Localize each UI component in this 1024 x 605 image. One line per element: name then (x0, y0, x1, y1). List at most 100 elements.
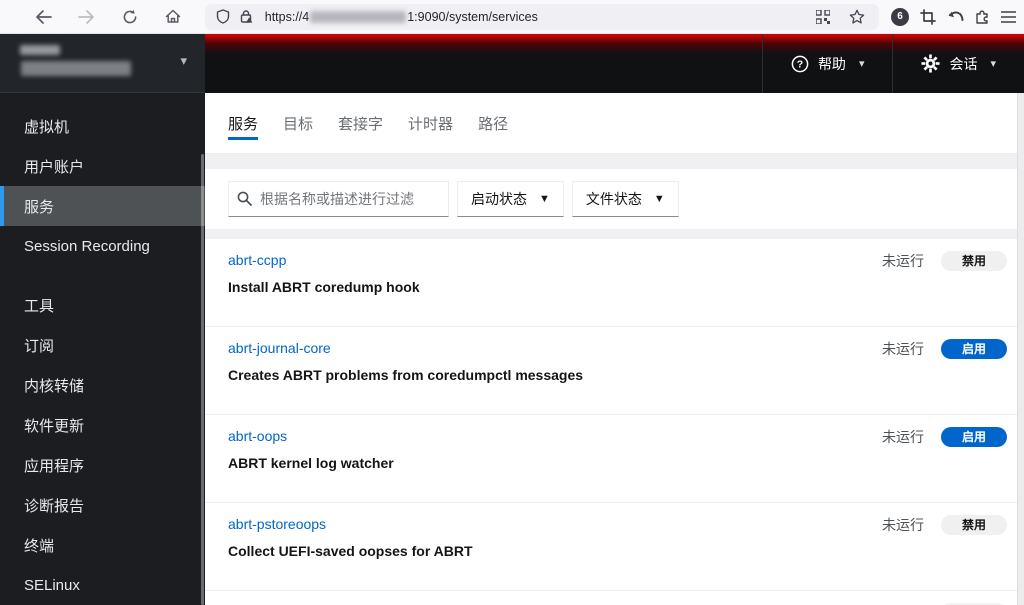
service-description: Creates ABRT problems from coredumpctl m… (228, 367, 584, 383)
masthead: ? 帮助 ▾ 会话 ▾ (205, 34, 1024, 93)
service-row: abrt-ccpp Install ABRT coredump hook 未运行… (205, 239, 1017, 327)
service-row: 未运行 禁用 (205, 591, 1017, 605)
sidebar-item-label: 虚拟机 (24, 118, 70, 136)
browser-back-icon[interactable] (30, 4, 57, 30)
sidebar-item-终端[interactable]: 终端 (0, 525, 205, 565)
service-state: 未运行 (882, 253, 924, 269)
service-description: Collect UEFI-saved oopses for ABRT (228, 543, 473, 559)
service-info: abrt-ccpp Install ABRT coredump hook (228, 239, 420, 326)
service-file-state-badge: 禁用 (941, 515, 1007, 535)
sidebar-item-订阅[interactable]: 订阅 (0, 325, 205, 365)
sidebar-item-session-recording[interactable]: Session Recording (0, 226, 205, 266)
sidebar-item-诊断报告[interactable]: 诊断报告 (0, 485, 205, 525)
tab-label: 路径 (478, 115, 509, 133)
sidebar-item-应用程序[interactable]: 应用程序 (0, 445, 205, 485)
service-file-state-badge: 启用 (941, 427, 1007, 447)
gear-icon (921, 54, 940, 73)
tab-label: 计时器 (408, 115, 454, 133)
host-caret-icon: ▾ (180, 53, 187, 68)
services-tabs: 服务 目标 套接字 计时器 路径 (205, 93, 1017, 154)
service-info: abrt-oops ABRT kernel log watcher (228, 415, 394, 502)
service-name-link[interactable]: abrt-oops (228, 426, 287, 446)
service-name-link[interactable]: abrt-journal-core (228, 338, 331, 358)
search-icon (237, 191, 252, 206)
sidebar-item-label: 诊断报告 (24, 497, 85, 515)
service-row: abrt-journal-core Creates ABRT problems … (205, 327, 1017, 415)
sidebar-item-label: 应用程序 (24, 457, 85, 475)
dropdown-caret-icon: ▼ (653, 193, 665, 205)
search-input[interactable] (228, 181, 449, 217)
service-info: abrt-journal-core Creates ABRT problems … (228, 327, 583, 414)
screenshot-crop-icon[interactable] (920, 8, 936, 25)
service-description: ABRT kernel log watcher (228, 455, 394, 471)
tab-计时器[interactable]: 计时器 (408, 93, 453, 153)
sidebar-item-label: SELinux (24, 576, 80, 594)
url-prefix: https://4 (264, 9, 310, 24)
svg-text:?: ? (797, 58, 803, 70)
sidebar-item-软件更新[interactable]: 软件更新 (0, 405, 205, 445)
lock-warning-icon[interactable] (237, 8, 257, 26)
tab-label: 服务 (228, 115, 259, 133)
browser-reload-icon[interactable] (116, 4, 143, 30)
tab-目标[interactable]: 目标 (283, 93, 313, 153)
adblock-extension-badge[interactable]: 6 (891, 7, 910, 26)
help-caret-icon: ▾ (858, 58, 865, 70)
filter-toolbar: 启动状态 ▼ 文件状态 ▼ (205, 169, 1017, 229)
page-scrollbar[interactable] (1017, 93, 1024, 605)
sidebar-item-工具[interactable]: 工具 (0, 285, 205, 325)
sidebar-item-服务[interactable]: 服务 (0, 186, 205, 226)
host-name-redacted (21, 61, 131, 76)
extension-puzzle-icon[interactable] (975, 9, 990, 24)
address-bar[interactable]: https://4 1:9090/system/services (204, 3, 880, 30)
tab-套接字[interactable]: 套接字 (338, 93, 383, 153)
url-suffix: 1:9090/system/services (407, 9, 538, 24)
sidebar-item-label: 订阅 (24, 337, 55, 355)
service-file-state-badge: 禁用 (941, 251, 1007, 271)
service-row: abrt-oops ABRT kernel log watcher 未运行 启用 (205, 415, 1017, 503)
url-text[interactable]: https://4 1:9090/system/services (265, 10, 809, 24)
sidebar-item-selinux[interactable]: SELinux (0, 565, 205, 605)
tab-label: 套接字 (338, 115, 384, 133)
service-status: 未运行 启用 (882, 415, 1007, 502)
browser-forward-icon[interactable] (73, 4, 100, 30)
help-circle-icon: ? (791, 55, 809, 72)
service-name-link[interactable]: abrt-ccpp (228, 250, 286, 270)
sidebar-nav: 虚拟机用户账户 服务 Session Recording 工具订阅内核转储软件更新应用… (0, 93, 205, 605)
sidebar-scrollbar[interactable] (201, 154, 204, 605)
service-status: 未运行 禁用 (882, 591, 1007, 605)
sidebar-item-label: 终端 (24, 537, 55, 555)
undo-arrow-icon[interactable] (947, 9, 964, 24)
filter-dropdown[interactable]: 文件状态 ▼ (571, 181, 679, 217)
service-status: 未运行 禁用 (882, 503, 1007, 590)
service-list: abrt-ccpp Install ABRT coredump hook 未运行… (205, 239, 1017, 605)
sidebar-item-label: 工具 (24, 297, 55, 315)
session-menu[interactable]: 会话 ▾ (892, 34, 1024, 93)
help-menu[interactable]: ? 帮助 ▾ (761, 34, 893, 93)
service-name-link[interactable]: abrt-pstoreoops (228, 514, 326, 534)
sidebar-item-虚拟机[interactable]: 虚拟机 (0, 106, 205, 146)
tab-服务[interactable]: 服务 (228, 93, 259, 153)
url-redaction (310, 10, 407, 23)
sidebar-item-内核转储[interactable]: 内核转储 (0, 365, 205, 405)
help-label: 帮助 (817, 55, 846, 72)
service-state: 未运行 (882, 341, 924, 357)
sidebar: ▾ 虚拟机用户账户 服务 Session Recording 工具订阅内核转储软件更新… (0, 34, 205, 605)
browser-home-icon[interactable] (160, 4, 187, 30)
menu-hamburger-icon[interactable] (1001, 10, 1017, 23)
qr-extension-icon[interactable] (813, 8, 833, 26)
sidebar-item-label: Session Recording (24, 237, 150, 255)
tab-路径[interactable]: 路径 (478, 93, 508, 153)
bookmark-star-icon[interactable] (847, 8, 867, 26)
host-selector[interactable]: ▾ (0, 34, 205, 93)
sidebar-item-用户账户[interactable]: 用户账户 (0, 146, 205, 186)
sidebar-item-label: 内核转储 (24, 377, 85, 395)
filter-dropdown[interactable]: 启动状态 ▼ (457, 181, 564, 217)
service-info: abrt-pstoreoops Collect UEFI-saved oopse… (228, 503, 473, 590)
shield-icon[interactable] (213, 8, 233, 26)
service-file-state-badge: 启用 (941, 339, 1007, 359)
filter-dropdowns: 启动状态 ▼ 文件状态 ▼ (449, 181, 679, 217)
session-label: 会话 (949, 55, 978, 72)
service-state: 未运行 (882, 429, 924, 445)
service-state: 未运行 (882, 517, 924, 533)
service-status: 未运行 禁用 (882, 239, 1007, 326)
